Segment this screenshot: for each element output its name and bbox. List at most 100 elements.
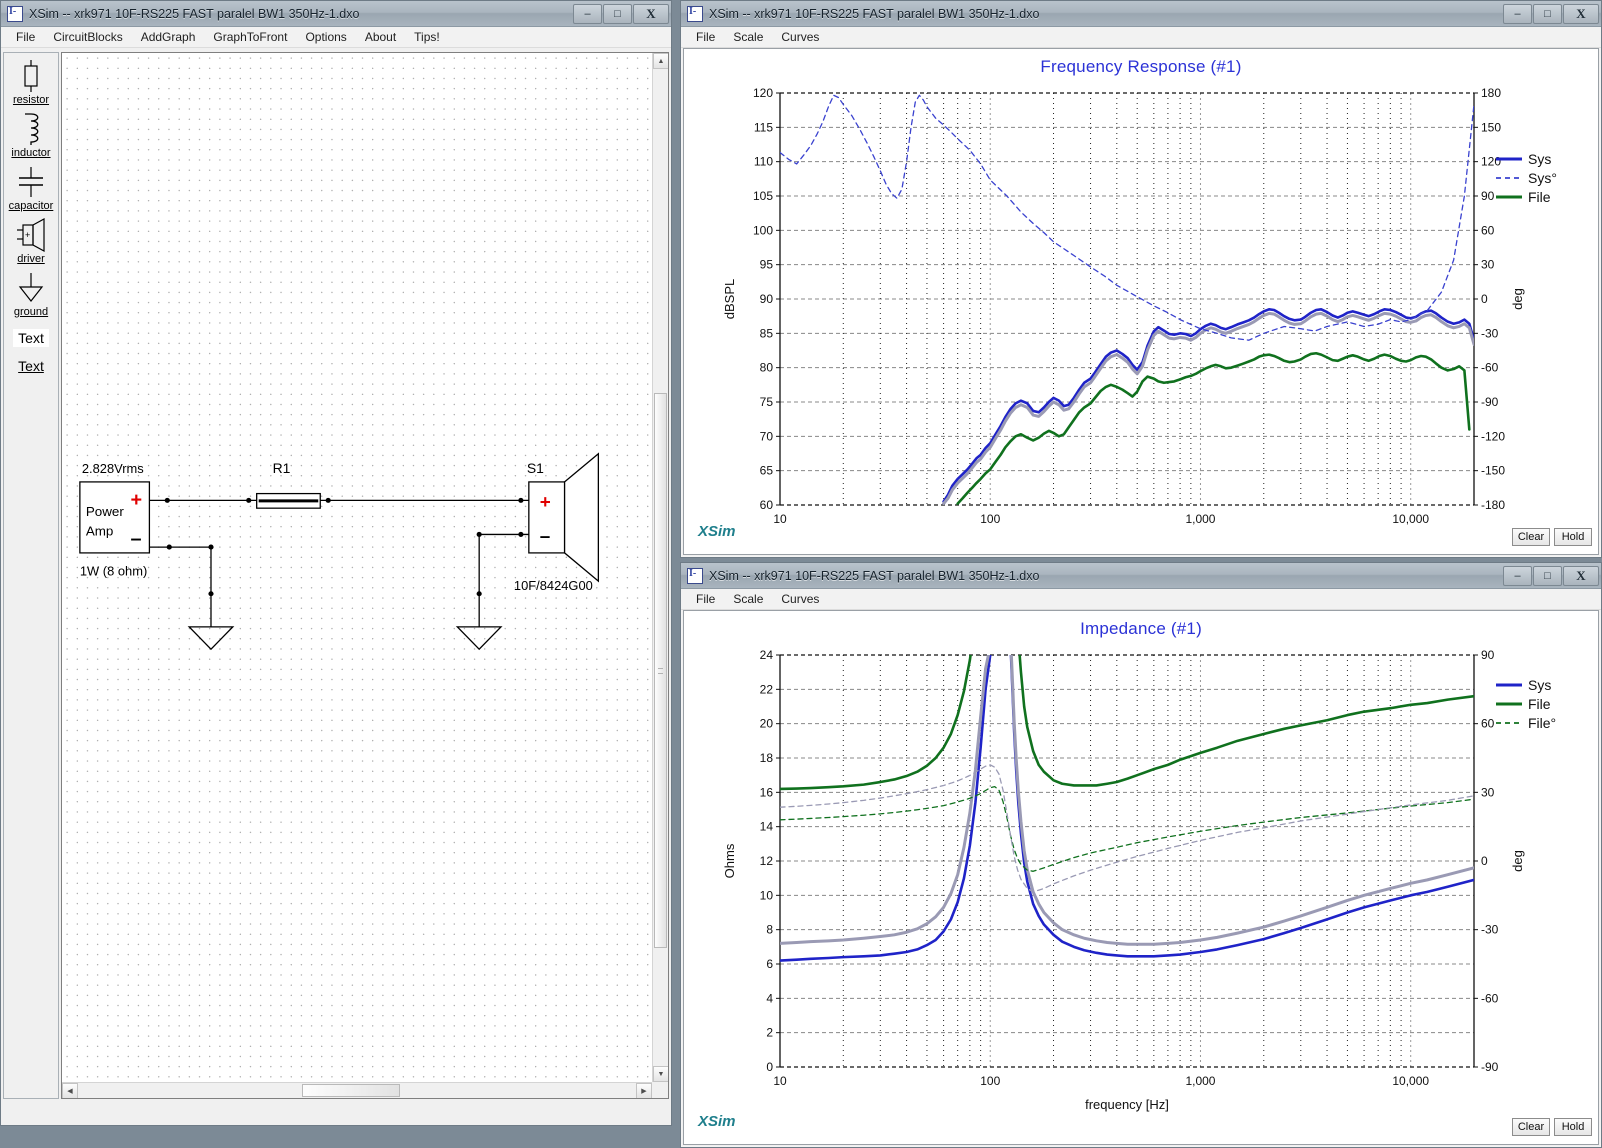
svg-text:90: 90 — [760, 292, 774, 306]
svg-text:1,000: 1,000 — [1185, 1074, 1215, 1088]
palette-item-text-box[interactable]: Text — [4, 328, 58, 347]
canvas-vertical-scrollbar[interactable]: ▲ ▼ — [652, 53, 668, 1082]
svg-text:80: 80 — [760, 361, 774, 375]
frequency-response-window: XSim -- xrk971 10F-RS225 FAST paralel BW… — [680, 0, 1602, 558]
palette-item-driver[interactable]: + driver — [4, 218, 58, 265]
svg-text:File: File — [1528, 696, 1551, 712]
scroll-down-arrow[interactable]: ▼ — [653, 1066, 668, 1082]
schematic-canvas-wrapper: 2.828Vrms Power Amp + – 1W (8 ohm) R1 + … — [61, 52, 669, 1099]
svg-text:10: 10 — [773, 1074, 787, 1088]
menu-circuitblocks[interactable]: CircuitBlocks — [44, 28, 131, 46]
schematic-canvas[interactable]: 2.828Vrms Power Amp + – 1W (8 ohm) R1 + … — [62, 53, 652, 1082]
svg-text:75: 75 — [760, 395, 774, 409]
minimize-button[interactable]: – — [1503, 565, 1532, 586]
canvas-horizontal-scrollbar[interactable]: ◀ ▶ — [62, 1082, 652, 1098]
close-button[interactable]: X — [1563, 565, 1599, 586]
ground-symbol-left — [187, 626, 235, 651]
svg-text:16: 16 — [760, 785, 774, 799]
fr-window-titlebar[interactable]: XSim -- xrk971 10F-RS225 FAST paralel BW… — [681, 1, 1601, 27]
menu-scale[interactable]: Scale — [724, 590, 772, 608]
svg-text:2: 2 — [766, 1026, 773, 1040]
menu-file[interactable]: File — [7, 28, 44, 46]
menu-tips[interactable]: Tips! — [405, 28, 449, 46]
svg-text:10,000: 10,000 — [1392, 512, 1429, 526]
imp-window-titlebar[interactable]: XSim -- xrk971 10F-RS225 FAST paralel BW… — [681, 563, 1601, 589]
impedance-window: XSim -- xrk971 10F-RS225 FAST paralel BW… — [680, 562, 1602, 1148]
palette-item-ground[interactable]: ground — [4, 271, 58, 318]
svg-text:-60: -60 — [1481, 991, 1499, 1005]
svg-text:Sys: Sys — [1528, 677, 1551, 693]
svg-text:60: 60 — [1481, 717, 1495, 731]
svg-text:Ohms: Ohms — [722, 843, 737, 878]
imp-window-title: XSim -- xrk971 10F-RS225 FAST paralel BW… — [709, 568, 1040, 583]
svg-text:18: 18 — [760, 751, 774, 765]
resistor-label-r1: R1 — [273, 461, 291, 476]
menu-about[interactable]: About — [356, 28, 405, 46]
imp-clear-button[interactable]: Clear — [1512, 1118, 1550, 1136]
main-window-titlebar[interactable]: XSim -- xrk971 10F-RS225 FAST paralel BW… — [1, 1, 671, 27]
speaker-label-s1: S1 — [527, 461, 544, 476]
fr-graph-body: Frequency Response (#1) 60 65 70 75 80 85 90 95… — [683, 48, 1599, 555]
svg-text:105: 105 — [753, 189, 773, 203]
driver-icon: + — [17, 218, 45, 252]
minimize-button[interactable]: – — [1503, 3, 1532, 24]
scrollbar-corner — [652, 1082, 668, 1098]
fr-chart-title: Frequency Response (#1) — [1040, 57, 1242, 76]
svg-text:70: 70 — [760, 429, 774, 443]
xsim-app-icon — [687, 5, 703, 22]
svg-text:0: 0 — [766, 1060, 773, 1074]
menu-curves[interactable]: Curves — [772, 28, 828, 46]
svg-text:-180: -180 — [1481, 498, 1505, 512]
svg-text:-150: -150 — [1481, 464, 1505, 478]
svg-text:85: 85 — [760, 326, 774, 340]
scroll-up-arrow[interactable]: ▲ — [653, 53, 668, 69]
menu-scale[interactable]: Scale — [724, 28, 772, 46]
svg-text:110: 110 — [754, 155, 773, 169]
speaker-model-label: 10F/8424G00 — [514, 578, 593, 593]
impedance-plot[interactable]: 024681012141618202224-90-60-30030609010 1… — [684, 637, 1600, 1124]
palette-item-capacitor[interactable]: capacitor — [4, 165, 58, 212]
menu-curves[interactable]: Curves — [772, 590, 828, 608]
svg-text:1,000: 1,000 — [1185, 512, 1215, 526]
speaker-plus-sign: + — [540, 491, 551, 512]
svg-text:File°: File° — [1528, 715, 1556, 731]
menu-file[interactable]: File — [687, 28, 724, 46]
svg-text:100: 100 — [980, 1074, 1000, 1088]
fr-clear-button[interactable]: Clear — [1512, 528, 1550, 546]
maximize-button[interactable]: □ — [1533, 3, 1562, 24]
maximize-button[interactable]: □ — [603, 3, 632, 24]
svg-text:-30: -30 — [1481, 326, 1499, 340]
amp-minus-sign: – — [131, 528, 142, 550]
close-button[interactable]: X — [633, 3, 669, 24]
svg-text:6: 6 — [766, 957, 773, 971]
horizontal-scroll-thumb[interactable] — [302, 1084, 400, 1097]
vertical-scroll-thumb[interactable] — [654, 393, 667, 948]
ground-symbol-right — [455, 626, 503, 651]
fr-hold-button[interactable]: Hold — [1554, 528, 1592, 546]
svg-text:deg: deg — [1510, 850, 1525, 872]
scroll-left-arrow[interactable]: ◀ — [62, 1083, 78, 1098]
svg-text:115: 115 — [754, 120, 773, 134]
capacitor-icon — [19, 167, 43, 197]
palette-item-text-link[interactable]: Text — [4, 357, 58, 374]
main-window-body: resistor inductor capacitor + driver gro… — [1, 48, 671, 1125]
power-amp-line1: Power — [86, 504, 125, 519]
palette-item-inductor[interactable]: inductor — [4, 112, 58, 159]
palette-label-resistor: resistor — [12, 94, 50, 106]
menu-file[interactable]: File — [687, 590, 724, 608]
palette-label-text-box: Text — [13, 329, 49, 347]
maximize-button[interactable]: □ — [1533, 565, 1562, 586]
frequency-response-plot[interactable]: 6065707580859095100105110115120-180-150-… — [684, 75, 1600, 535]
svg-text:-90: -90 — [1481, 395, 1499, 409]
menu-addgraph[interactable]: AddGraph — [132, 28, 205, 46]
svg-text:22: 22 — [760, 682, 774, 696]
scroll-right-arrow[interactable]: ▶ — [636, 1083, 652, 1098]
svg-text:100: 100 — [980, 512, 1000, 526]
imp-hold-button[interactable]: Hold — [1554, 1118, 1592, 1136]
close-button[interactable]: X — [1563, 3, 1599, 24]
menu-options[interactable]: Options — [296, 28, 355, 46]
menu-graphtofront[interactable]: GraphToFront — [204, 28, 296, 46]
minimize-button[interactable]: – — [573, 3, 602, 24]
svg-text:120: 120 — [1481, 155, 1501, 169]
palette-item-resistor[interactable]: resistor — [4, 59, 58, 106]
